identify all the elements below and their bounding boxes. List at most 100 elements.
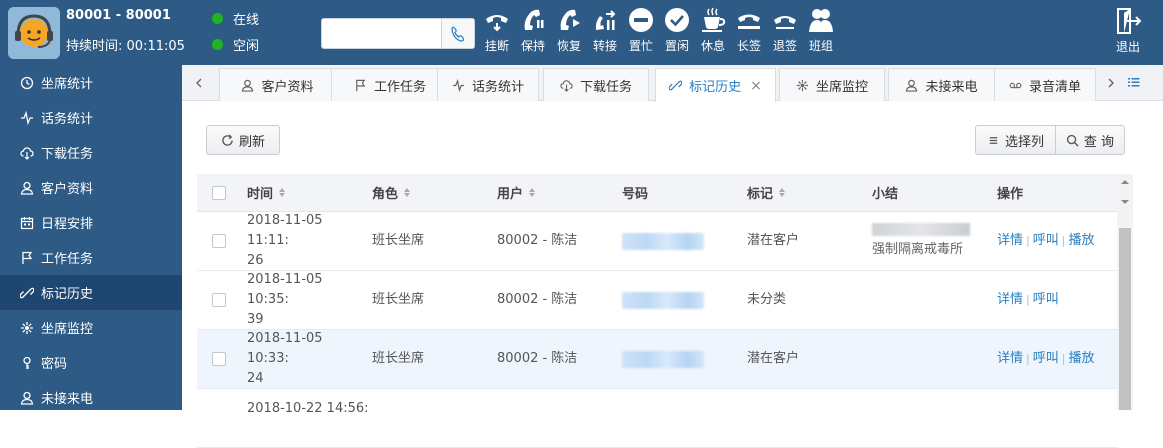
duration-label: 持续时间: bbox=[66, 39, 123, 54]
tab-scroll-left-button[interactable] bbox=[184, 65, 214, 101]
query-button[interactable]: 查 询 bbox=[1055, 125, 1125, 155]
hold-button[interactable]: 保持 bbox=[515, 6, 551, 54]
refresh-icon bbox=[222, 134, 233, 146]
time-text-cont: 26 bbox=[247, 253, 264, 268]
column-label: 角色 bbox=[372, 187, 399, 202]
tab-agent-monitor[interactable]: 坐席监控 bbox=[779, 68, 885, 101]
resume-label: 恢复 bbox=[556, 39, 581, 53]
refresh-button[interactable]: 刷新 bbox=[206, 125, 280, 155]
tab-recording-list[interactable]: 录音清单 bbox=[994, 68, 1096, 101]
summary-block: 强制隔离戒毒所 bbox=[872, 212, 970, 270]
team-icon bbox=[809, 9, 833, 32]
play-link[interactable]: 播放 bbox=[1068, 231, 1094, 251]
sidebar-item-call-stats[interactable]: 话务统计 bbox=[0, 100, 182, 135]
row-checkbox[interactable] bbox=[212, 271, 226, 329]
transfer-button[interactable]: 转接 bbox=[587, 6, 623, 54]
column-header-user[interactable]: 用户 bbox=[497, 174, 536, 211]
call-link[interactable]: 呼叫 bbox=[1033, 231, 1059, 251]
separator: | bbox=[1026, 293, 1030, 306]
resume-button[interactable]: 恢复 bbox=[551, 6, 587, 54]
sidebar-item-mark-history[interactable]: 标记历史 bbox=[0, 275, 182, 310]
sidebar-item-customer[interactable]: 客户资料 bbox=[0, 170, 182, 205]
tab-list-menu-button[interactable] bbox=[1127, 75, 1141, 89]
play-link[interactable]: 播放 bbox=[1068, 349, 1094, 369]
rest-button[interactable]: 休息 bbox=[695, 6, 731, 54]
separator: | bbox=[1061, 352, 1066, 365]
duration-value: 00:11:05 bbox=[126, 39, 185, 54]
select-columns-label: 选择列 bbox=[1004, 134, 1044, 150]
sort-icon bbox=[779, 188, 786, 197]
flag-icon bbox=[22, 251, 33, 264]
detail-link[interactable]: 详情 bbox=[997, 290, 1023, 310]
scroll-up-arrow-icon[interactable] bbox=[1121, 180, 1129, 184]
column-label: 小结 bbox=[872, 187, 899, 202]
tab-missed-call[interactable]: 未接来电 bbox=[888, 68, 995, 101]
dial-button[interactable] bbox=[441, 19, 474, 48]
column-header-mark[interactable]: 标记 bbox=[747, 174, 786, 211]
sidebar-item-password[interactable]: 密码 bbox=[0, 345, 182, 380]
tab-close-icon[interactable]: × bbox=[750, 78, 762, 94]
sidebar-item-agent-monitor[interactable]: 坐席监控 bbox=[0, 310, 182, 345]
tab-label: 未接来电 bbox=[925, 79, 978, 95]
detail-link[interactable]: 详情 bbox=[997, 231, 1023, 251]
column-header-number: 号码 bbox=[622, 174, 648, 211]
link-icon bbox=[669, 80, 683, 91]
hold-label: 保持 bbox=[520, 39, 545, 53]
download-icon bbox=[20, 146, 34, 160]
long-sign-button[interactable]: 长签 bbox=[731, 6, 767, 54]
table-row[interactable]: 2018-10-22 14:56: bbox=[197, 389, 1118, 448]
sidebar-item-label: 下载任务 bbox=[41, 147, 94, 162]
call-link[interactable]: 呼叫 bbox=[1033, 290, 1059, 310]
online-status[interactable]: 在线 bbox=[212, 9, 259, 28]
logout-button[interactable]: 退出 bbox=[1111, 6, 1145, 55]
tab-call-stats[interactable]: 话务统计 bbox=[437, 68, 539, 101]
sign-out-button[interactable]: 退签 bbox=[767, 6, 803, 54]
mark-history-panel: 刷新 选择列 查 询 时间 角色 用户 号码 标记 小结 操作 2018-11-… bbox=[182, 102, 1163, 448]
tab-download[interactable]: 下载任务 bbox=[543, 68, 649, 101]
row-checkbox[interactable] bbox=[212, 212, 226, 270]
scroll-down-arrow-icon[interactable] bbox=[1121, 200, 1129, 204]
scrollbar-thumb[interactable] bbox=[1119, 228, 1131, 410]
table-scrollbar[interactable] bbox=[1117, 174, 1133, 410]
tab-mark-history[interactable]: 标记历史 × bbox=[655, 68, 776, 102]
select-all-checkbox[interactable] bbox=[212, 174, 226, 211]
call-link[interactable]: 呼叫 bbox=[1033, 349, 1059, 369]
team-button[interactable]: 班组 bbox=[803, 6, 839, 54]
idle-status[interactable]: 空闲 bbox=[212, 35, 259, 54]
sidebar-item-agent-stats[interactable]: 坐席统计 bbox=[0, 65, 182, 100]
detail-link[interactable]: 详情 bbox=[997, 349, 1023, 369]
tab-customer[interactable]: 客户资料 bbox=[219, 68, 336, 101]
select-columns-button[interactable]: 选择列 bbox=[975, 125, 1056, 155]
column-header-role[interactable]: 角色 bbox=[372, 174, 411, 211]
dial-number-input[interactable] bbox=[322, 19, 442, 48]
tab-label: 标记历史 bbox=[689, 80, 742, 95]
table-row[interactable]: 2018-11-05 11:11: 26 班长坐席 80002 - 陈洁 潜在客… bbox=[197, 212, 1118, 271]
hangup-button[interactable]: 挂断 bbox=[479, 6, 515, 54]
cell-number-redacted bbox=[622, 212, 704, 270]
row-checkbox[interactable] bbox=[212, 330, 226, 388]
time-text: 2018-11-05 10:35: bbox=[247, 272, 323, 307]
online-label: 在线 bbox=[233, 13, 260, 28]
summary-text: 强制隔离戒毒所 bbox=[872, 241, 964, 257]
sidebar-item-work-task[interactable]: 工作任务 bbox=[0, 240, 182, 275]
sidebar-item-label: 标记历史 bbox=[41, 287, 94, 302]
table-row[interactable]: 2018-11-05 10:35: 39 班长坐席 80002 - 陈洁 未分类… bbox=[197, 271, 1118, 330]
tab-label: 坐席监控 bbox=[815, 79, 868, 95]
sidebar-item-download[interactable]: 下载任务 bbox=[0, 135, 182, 170]
tab-scroll-right-button[interactable] bbox=[1096, 65, 1126, 101]
refresh-label: 刷新 bbox=[238, 134, 265, 150]
idle-button[interactable]: 置闲 bbox=[659, 6, 695, 54]
idle-dot-icon bbox=[212, 39, 223, 50]
table-row[interactable]: 2018-11-05 10:33: 24 班长坐席 80002 - 陈洁 潜在客… bbox=[197, 330, 1118, 389]
chevron-right-icon bbox=[1108, 78, 1114, 88]
sidebar-item-label: 未接来电 bbox=[41, 392, 94, 407]
cell-actions: 详情 | 呼叫 bbox=[997, 271, 1059, 329]
column-header-time[interactable]: 时间 bbox=[247, 174, 286, 211]
monitor-icon bbox=[796, 79, 809, 91]
sidebar-item-label: 工作任务 bbox=[41, 252, 94, 267]
sidebar-item-calendar[interactable]: 日程安排 bbox=[0, 205, 182, 240]
idle-button-label: 置闲 bbox=[664, 39, 689, 53]
busy-button[interactable]: 置忙 bbox=[623, 6, 659, 54]
cell-user: 80002 - 陈洁 bbox=[497, 351, 578, 366]
tab-work-task[interactable]: 工作任务 bbox=[331, 68, 449, 101]
